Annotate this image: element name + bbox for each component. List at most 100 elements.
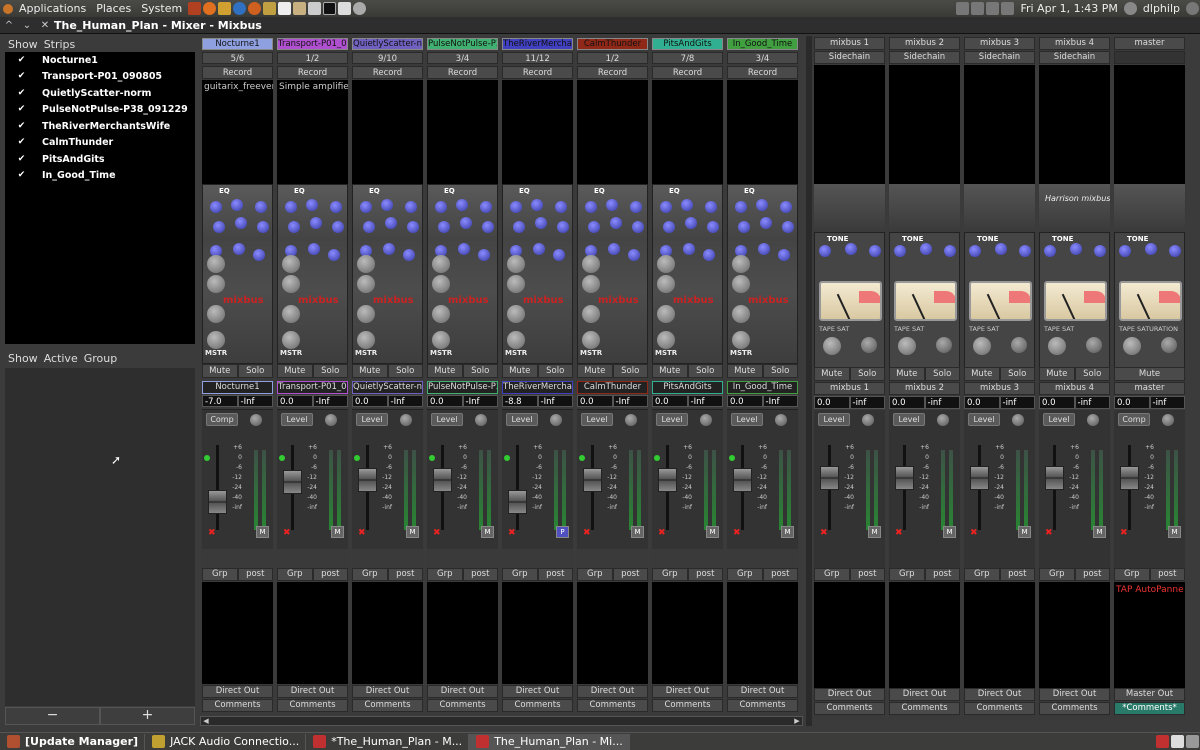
show-column-header[interactable]: Show bbox=[8, 38, 38, 51]
gain-display[interactable]: 0.0 bbox=[277, 395, 313, 407]
output-button[interactable]: Direct Out bbox=[1039, 688, 1110, 701]
record-arm-icon[interactable]: ✖ bbox=[508, 528, 516, 538]
eq-knob[interactable] bbox=[705, 201, 717, 213]
eq-knob[interactable] bbox=[460, 217, 472, 229]
group-button[interactable]: Grp bbox=[1114, 568, 1150, 581]
post-fader-processor-box[interactable] bbox=[352, 582, 423, 684]
mute-button[interactable]: Mute bbox=[889, 367, 925, 381]
comments-button[interactable]: Comments bbox=[352, 699, 423, 712]
eq-knob[interactable] bbox=[778, 249, 790, 261]
eq-knob[interactable] bbox=[233, 243, 245, 255]
gain-display[interactable]: 0.0 bbox=[964, 396, 1000, 409]
input-button[interactable]: 9/10 bbox=[352, 52, 423, 64]
eq-knob[interactable] bbox=[681, 199, 693, 211]
strip-name-label[interactable]: Transport-P01_09 bbox=[277, 381, 348, 394]
gain-display[interactable]: 0.0 bbox=[427, 395, 463, 407]
horizontal-scrollbar[interactable]: ◀ ▶ bbox=[200, 716, 803, 726]
eq-knob[interactable] bbox=[456, 199, 468, 211]
fader-handle[interactable] bbox=[508, 490, 527, 514]
send-knob[interactable] bbox=[507, 331, 525, 349]
send-knob[interactable] bbox=[357, 275, 375, 293]
eq-knob[interactable] bbox=[235, 217, 247, 229]
bus-name-button[interactable]: mixbus 3 bbox=[964, 37, 1035, 50]
mail-icon[interactable] bbox=[1001, 2, 1015, 15]
help-icon[interactable] bbox=[233, 2, 247, 15]
tone-knob[interactable] bbox=[944, 245, 956, 257]
group-button[interactable]: Grp bbox=[577, 568, 613, 581]
group-button[interactable]: Grp bbox=[202, 568, 238, 581]
fader-handle[interactable] bbox=[1120, 466, 1139, 490]
input-button[interactable]: 3/4 bbox=[727, 52, 798, 64]
meter-point-post-button[interactable]: post bbox=[1074, 568, 1110, 581]
mute-button[interactable]: Mute bbox=[1114, 367, 1185, 381]
dynamics-button[interactable]: Level bbox=[356, 413, 388, 426]
strip-name-button[interactable]: Nocturne1 bbox=[202, 38, 273, 50]
show-checkbox[interactable]: ✔ bbox=[17, 88, 26, 98]
peak-display[interactable]: -Inf bbox=[537, 395, 573, 407]
processor-box[interactable] bbox=[577, 80, 648, 185]
peak-display[interactable]: -inf bbox=[1074, 396, 1110, 409]
tone-knob[interactable] bbox=[1169, 245, 1181, 257]
note-icon[interactable] bbox=[278, 2, 292, 15]
plugin-label[interactable]: Simple amplifier bbox=[279, 82, 348, 92]
group-button[interactable]: Grp bbox=[889, 568, 925, 581]
dynamics-button[interactable]: Level bbox=[731, 413, 763, 426]
peak-display[interactable]: -Inf bbox=[462, 395, 498, 407]
processor-box[interactable] bbox=[652, 80, 723, 185]
taskbar-item-editor[interactable]: *The_Human_Plan - M... bbox=[306, 733, 470, 750]
peak-display[interactable]: -Inf bbox=[387, 395, 423, 407]
record-arm-icon[interactable]: ✖ bbox=[1120, 528, 1128, 538]
fader-handle[interactable] bbox=[820, 466, 839, 490]
meter-point-button[interactable]: M bbox=[631, 526, 644, 538]
eq-knob[interactable] bbox=[535, 217, 547, 229]
eq-knob[interactable] bbox=[306, 199, 318, 211]
post-fader-processor-box[interactable] bbox=[889, 582, 960, 688]
send-knob[interactable] bbox=[507, 255, 525, 273]
eq-knob[interactable] bbox=[606, 199, 618, 211]
tone-knob[interactable] bbox=[1019, 245, 1031, 257]
strip-list-item[interactable]: ✔ In_Good_Time bbox=[5, 168, 195, 185]
places-menu[interactable]: Places bbox=[91, 2, 136, 15]
post-fader-processor-box[interactable]: TAP AutoPanne bbox=[1114, 582, 1185, 688]
send-knob[interactable] bbox=[357, 331, 375, 349]
eq-knob[interactable] bbox=[663, 221, 675, 233]
send-knob[interactable] bbox=[582, 331, 600, 349]
eq-knob[interactable] bbox=[760, 217, 772, 229]
meter-point-button[interactable]: M bbox=[943, 526, 956, 538]
comments-button[interactable]: Comments bbox=[889, 702, 960, 715]
record-button[interactable]: Record bbox=[727, 66, 798, 79]
close-icon[interactable]: ✕ bbox=[36, 20, 54, 31]
send-knob[interactable] bbox=[507, 275, 525, 293]
strip-list-item[interactable]: ✔ CalmThunder bbox=[5, 135, 195, 152]
tone-knob[interactable] bbox=[1145, 243, 1157, 255]
strip-name-label[interactable]: Nocturne1 bbox=[202, 381, 273, 394]
solo-button[interactable]: Solo bbox=[387, 364, 423, 378]
eq-knob[interactable] bbox=[403, 249, 415, 261]
threshold-knob[interactable] bbox=[1087, 414, 1099, 426]
plugin-label[interactable]: TAP AutoPanne bbox=[1116, 585, 1184, 595]
volume-icon[interactable] bbox=[986, 2, 1000, 15]
meter-point-button[interactable]: M bbox=[1093, 526, 1106, 538]
mute-button[interactable]: Mute bbox=[502, 364, 538, 378]
peak-display[interactable]: -inf bbox=[924, 396, 960, 409]
strip-list-item[interactable]: ✔ QuietlyScatter-norm bbox=[5, 85, 195, 102]
fader-handle[interactable] bbox=[970, 466, 989, 490]
fader-handle[interactable] bbox=[358, 468, 377, 492]
bus-name-label[interactable]: mixbus 4 bbox=[1039, 382, 1110, 395]
solo-button[interactable]: Solo bbox=[312, 364, 348, 378]
direct-out-button[interactable]: Direct Out bbox=[277, 685, 348, 698]
solo-button[interactable]: Solo bbox=[237, 364, 273, 378]
dynamics-button[interactable]: Level bbox=[281, 413, 313, 426]
strip-name-button[interactable]: Transport-P01_09 bbox=[277, 38, 348, 50]
threshold-knob[interactable] bbox=[475, 414, 487, 426]
record-button[interactable]: Record bbox=[502, 66, 573, 79]
gain-display[interactable]: 0.0 bbox=[889, 396, 925, 409]
eq-knob[interactable] bbox=[210, 201, 222, 213]
eq-knob[interactable] bbox=[685, 217, 697, 229]
bus-name-label[interactable]: mixbus 1 bbox=[814, 382, 885, 395]
peak-display[interactable]: -Inf bbox=[612, 395, 648, 407]
send-knob[interactable] bbox=[732, 331, 750, 349]
strip-list-item[interactable]: ✔ Transport-P01_090805 bbox=[5, 69, 195, 86]
dynamics-button[interactable]: Level bbox=[968, 413, 1000, 426]
meter-point-button[interactable]: M bbox=[1018, 526, 1031, 538]
